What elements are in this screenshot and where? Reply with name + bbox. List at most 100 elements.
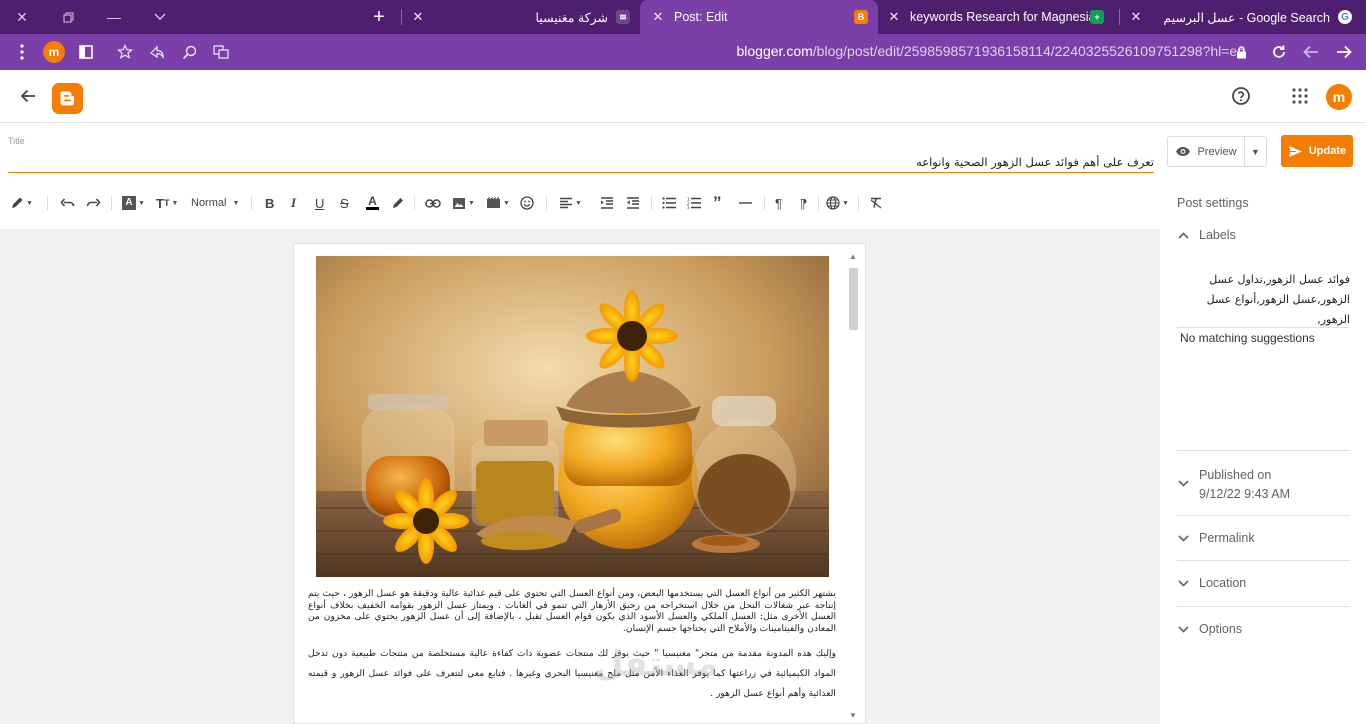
close-tab-icon[interactable]: ✕	[886, 9, 902, 25]
tab-post-edit[interactable]: ✕ Post: Edit B	[640, 0, 878, 34]
text-color-icon[interactable]: A	[366, 192, 379, 214]
tab-title: شركة مغنيسيا	[535, 10, 609, 25]
search-icon[interactable]	[177, 40, 201, 64]
horizontal-rule-icon[interactable]	[739, 192, 752, 214]
menu-dots-icon[interactable]	[10, 40, 34, 64]
preview-label: Preview	[1197, 145, 1237, 158]
account-avatar[interactable]: m	[1326, 84, 1352, 110]
insert-video-icon[interactable]: ▼	[486, 192, 510, 214]
send-icon	[1288, 145, 1302, 157]
paragraph-style-select[interactable]: Normal ▼	[191, 192, 239, 214]
google-icon: G	[1338, 10, 1352, 24]
indent-decrease-icon[interactable]	[626, 192, 640, 214]
reload-icon[interactable]	[1267, 40, 1291, 64]
browser-tab-strip: ✕ — + ✕ شركة مغنيسيا ≋ ✕ Post: Edit B ✕ …	[0, 0, 1366, 34]
minimize-window-icon[interactable]: —	[92, 0, 136, 34]
bold-icon[interactable]: B	[265, 192, 274, 214]
published-on-section[interactable]: Published on 9/12/22 9:43 AM	[1177, 466, 1350, 504]
url-text[interactable]: blogger.com/blog/post/edit/2598598571936…	[737, 43, 1246, 59]
editor-toolbar: ▼ A ▼ T T ▼ Normal ▼ B I U S A ▼ ▼ ▼ 1 2…	[0, 188, 1160, 218]
bookmark-star-icon[interactable]	[113, 40, 137, 64]
font-size-icon[interactable]: T T ▼	[156, 192, 178, 214]
sidebar-toggle-icon[interactable]	[74, 40, 98, 64]
watermark-logo: مستقل	[594, 644, 719, 684]
post-body[interactable]: يشتهر الكثير من أنواع العسل التي يستخدمه…	[308, 588, 836, 704]
scroll-down-icon[interactable]: ▼	[847, 711, 859, 720]
published-on-heading: Published on	[1199, 468, 1272, 482]
honey-jars-photo[interactable]	[316, 256, 829, 577]
numbered-list-icon[interactable]: 123	[687, 192, 701, 214]
tab-magnesia-site[interactable]: ✕ شركة مغنيسيا ≋	[404, 0, 638, 34]
title-label: Title	[8, 136, 25, 146]
labels-section-toggle[interactable]: Labels	[1177, 228, 1350, 242]
undo-icon[interactable]	[60, 192, 75, 214]
options-section[interactable]: Options	[1177, 622, 1350, 636]
italic-icon[interactable]: I	[291, 192, 296, 214]
forward-arrow-icon[interactable]	[1332, 40, 1356, 64]
post-settings-sidebar: Post settings Labels فوائد عسل الزهور,تد…	[1160, 188, 1366, 724]
rtl-direction-icon[interactable]: ¶	[800, 192, 807, 214]
options-heading: Options	[1199, 622, 1243, 636]
insert-image-icon[interactable]: ▼	[452, 192, 475, 214]
preview-dropdown-icon[interactable]: ▼	[1245, 147, 1266, 157]
site-icon: ≋	[616, 10, 630, 24]
help-icon[interactable]	[1230, 85, 1252, 112]
chevron-down-icon	[1177, 476, 1189, 490]
tab-search-chevron-icon[interactable]	[138, 0, 182, 34]
post-settings-heading: Post settings	[1177, 196, 1249, 210]
redo-icon[interactable]	[86, 192, 101, 214]
new-tab-button[interactable]: +	[357, 0, 401, 34]
clear-formatting-icon[interactable]	[869, 192, 883, 214]
apps-grid-icon[interactable]	[1292, 88, 1308, 109]
body-paragraph: وإليك هذه المدونة مقدمة من متجر" مغنيسيا…	[308, 648, 836, 699]
preview-button[interactable]: Preview	[1168, 137, 1245, 166]
restore-window-icon[interactable]	[46, 0, 90, 34]
preview-button-group: Preview ▼	[1167, 136, 1267, 167]
close-tab-icon[interactable]: ✕	[650, 9, 666, 25]
close-tab-icon[interactable]: ✕	[410, 9, 426, 25]
font-family-icon[interactable]: A ▼	[122, 192, 145, 214]
tab-keywords-research[interactable]: ✕ keywords Research for Magnesia +	[880, 0, 1116, 34]
tab-title: keywords Research for Magnesia	[910, 10, 1096, 24]
sheets-icon: +	[1090, 10, 1104, 24]
post-title-input[interactable]	[8, 151, 1154, 173]
svg-text:3: 3	[687, 205, 690, 209]
update-button[interactable]: Update	[1281, 135, 1353, 167]
blogger-logo[interactable]	[52, 83, 83, 114]
quote-icon[interactable]: ”	[713, 192, 722, 214]
link-icon[interactable]	[425, 192, 441, 214]
tab-title: Post: Edit	[674, 10, 728, 24]
back-arrow-icon[interactable]	[1299, 40, 1323, 64]
lock-icon[interactable]	[1229, 40, 1253, 64]
no-matching-suggestions: No matching suggestions	[1180, 331, 1315, 345]
location-heading: Location	[1199, 576, 1247, 590]
close-window-icon[interactable]: ✕	[0, 0, 44, 34]
scroll-up-icon[interactable]: ▲	[847, 252, 859, 261]
ltr-direction-icon[interactable]: ¶	[775, 192, 782, 214]
close-tab-icon[interactable]: ✕	[1128, 9, 1144, 25]
blogger-header: m	[0, 70, 1366, 123]
back-arrow-icon[interactable]	[18, 86, 38, 111]
labels-input[interactable]: فوائد عسل الزهور,تداول عسل الزهور,عسل ال…	[1178, 270, 1350, 330]
tab-google-search[interactable]: ✕ عسل البرسيم - Google Search G	[1122, 0, 1366, 34]
permalink-section[interactable]: Permalink	[1177, 531, 1350, 545]
bulleted-list-icon[interactable]	[662, 192, 676, 214]
location-section[interactable]: Location	[1177, 576, 1350, 590]
editor-page[interactable]: يشتهر الكثير من أنواع العسل التي يستخدمه…	[293, 243, 866, 724]
editor-scrollbar[interactable]: ▲ ▼	[847, 252, 859, 720]
strikethrough-icon[interactable]: S	[340, 192, 349, 214]
share-icon[interactable]	[145, 40, 169, 64]
emoji-icon[interactable]	[520, 192, 534, 214]
highlight-icon[interactable]	[391, 192, 405, 214]
underline-icon[interactable]: U	[315, 192, 324, 214]
profile-avatar[interactable]: m	[42, 40, 66, 64]
chevron-down-icon	[1177, 622, 1189, 636]
compose-mode-icon[interactable]: ▼	[10, 192, 33, 214]
omnibox[interactable]: blogger.com/blog/post/edit/2598598571936…	[107, 38, 1362, 66]
chevron-up-icon	[1177, 228, 1189, 242]
translate-icon[interactable]	[209, 40, 233, 64]
indent-increase-icon[interactable]	[600, 192, 614, 214]
align-icon[interactable]: ▼	[559, 192, 582, 214]
language-globe-icon[interactable]: ▼	[826, 192, 849, 214]
scroll-thumb[interactable]	[849, 268, 858, 330]
